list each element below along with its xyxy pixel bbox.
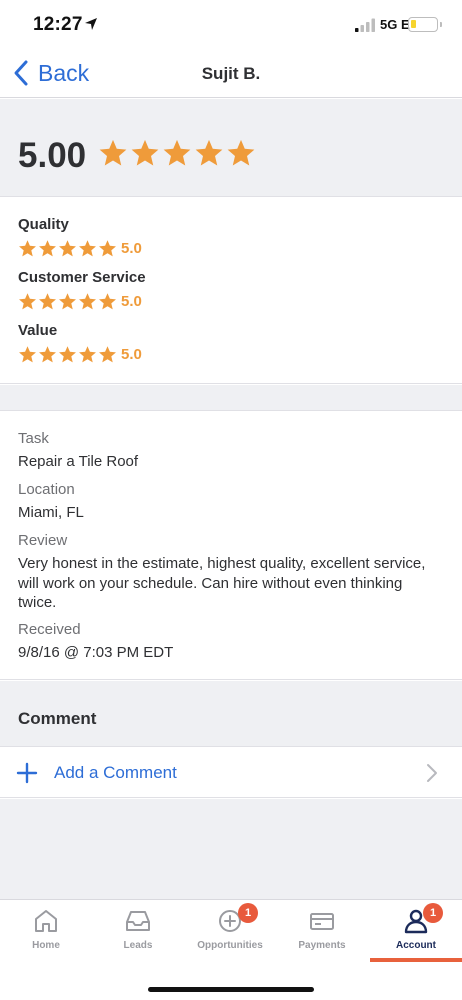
rating-label: Customer Service [18, 269, 146, 286]
tab-leads[interactable]: Leads [92, 900, 184, 963]
review-label: Review [18, 532, 68, 549]
location-value: Miami, FL [18, 504, 84, 521]
tab-bar: Home Leads 1 Opportunities Payments 1 Ac… [0, 899, 462, 1000]
star-icon [79, 293, 96, 310]
notification-badge: 1 [423, 903, 443, 923]
status-bar: 12:27 5G E [0, 0, 462, 50]
star-icon [99, 293, 116, 310]
credit-card-icon [310, 913, 334, 930]
tab-account[interactable]: 1 Account [370, 900, 462, 963]
location-label: Location [18, 481, 75, 498]
overall-rating-section: 5.00 [0, 99, 462, 197]
star-icon [99, 346, 116, 363]
rating-quality: Quality 5.0 [18, 216, 142, 258]
tab-label: Account [396, 940, 436, 951]
chevron-right-icon [427, 764, 437, 782]
tab-label: Leads [123, 940, 153, 951]
home-indicator[interactable] [148, 987, 314, 992]
comment-title: Comment [18, 709, 97, 728]
star-icon [131, 139, 159, 166]
rating-value-section: Value 5.0 [18, 322, 142, 364]
tab-label: Opportunities [197, 940, 263, 951]
tab-label: Home [32, 940, 60, 951]
received-value: 9/8/16 @ 7:03 PM EDT [18, 644, 174, 661]
tab-home[interactable]: Home [0, 900, 92, 963]
plus-icon [16, 762, 38, 784]
page-title: Sujit B. [201, 64, 261, 83]
rating-label: Quality [18, 216, 69, 233]
section-divider [0, 385, 462, 411]
star-icon [79, 346, 96, 363]
notification-badge: 1 [238, 903, 258, 923]
tab-payments[interactable]: Payments [276, 900, 368, 963]
rating-stars: 5.0 [18, 239, 142, 258]
task-value: Repair a Tile Roof [18, 453, 139, 470]
comment-section-header: Comment [0, 681, 462, 747]
add-comment-label: Add a Comment [54, 763, 177, 782]
status-time: 12:27 [33, 14, 83, 35]
navigation-bar: Back Sujit B. [0, 50, 462, 98]
rating-stars: 5.0 [18, 292, 146, 311]
star-icon [19, 240, 36, 257]
rating-value: 5.0 [121, 346, 142, 363]
star-icon [59, 346, 76, 363]
star-icon [59, 240, 76, 257]
star-icon [39, 293, 56, 310]
review-details: Task Repair a Tile Roof Location Miami, … [0, 412, 462, 680]
star-icon [163, 139, 191, 166]
battery-level [411, 20, 416, 28]
empty-area [0, 799, 462, 899]
network-label: 5G E [380, 17, 410, 32]
rating-value: 5.0 [121, 240, 142, 257]
tab-opportunities[interactable]: 1 Opportunities [184, 900, 276, 963]
star-icon [195, 139, 223, 166]
star-icon [99, 240, 116, 257]
active-tab-indicator [370, 958, 462, 962]
rating-breakdown: Quality 5.0 Customer Service 5.0 Value 5… [0, 198, 462, 384]
star-icon [39, 240, 56, 257]
star-icon [19, 346, 36, 363]
received-label: Received [18, 621, 81, 638]
home-icon [35, 910, 57, 932]
add-comment-row[interactable]: Add a Comment [0, 748, 462, 798]
star-icon [39, 346, 56, 363]
location-arrow-icon [85, 18, 97, 30]
star-icon [227, 139, 255, 166]
battery-icon [408, 17, 442, 32]
task-label: Task [18, 430, 49, 447]
review-text: Very honest in the estimate, highest qua… [18, 555, 426, 611]
rating-stars: 5.0 [18, 345, 142, 364]
star-icon [19, 293, 36, 310]
signal-icon [355, 18, 375, 32]
rating-customer-service: Customer Service 5.0 [18, 269, 146, 311]
rating-value: 5.0 [121, 293, 142, 310]
overall-score: 5.00 [18, 136, 87, 175]
star-icon [99, 139, 127, 166]
tab-label: Payments [298, 940, 346, 951]
overall-stars [98, 138, 256, 168]
star-icon [59, 293, 76, 310]
star-icon [79, 240, 96, 257]
rating-label: Value [18, 322, 58, 339]
inbox-icon [126, 911, 150, 931]
